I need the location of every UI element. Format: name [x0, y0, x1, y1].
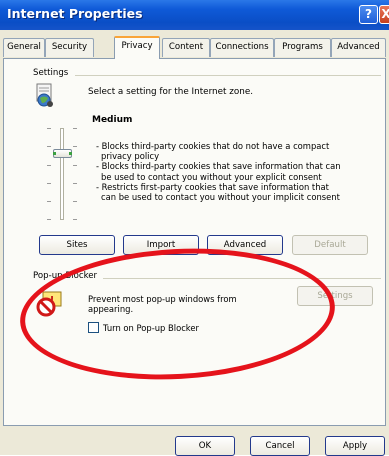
slider-tick — [47, 128, 51, 129]
tab-privacy[interactable]: Privacy — [114, 36, 160, 59]
description-line: privacy policy — [101, 151, 160, 162]
slider-tick — [73, 165, 77, 166]
title-bar[interactable]: Internet Properties ? X — [0, 0, 389, 30]
tab-strip: General Security Privacy Content Connect… — [0, 36, 389, 59]
cancel-button[interactable]: Cancel — [250, 436, 310, 456]
popup-group-border — [103, 278, 381, 279]
popup-settings-button[interactable]: Settings — [297, 286, 373, 306]
tab-connections[interactable]: Connections — [210, 38, 274, 57]
default-button[interactable]: Default — [292, 235, 368, 255]
slider-tick — [47, 183, 51, 184]
description-line: - Blocks third-party cookies that save i… — [96, 161, 341, 172]
privacy-level-slider-track[interactable] — [60, 128, 64, 220]
privacy-level-name: Medium — [92, 115, 133, 125]
tab-programs[interactable]: Programs — [274, 38, 331, 57]
popup-group-label: Pop-up Blocker — [33, 271, 101, 281]
settings-group-label: Settings — [33, 68, 72, 78]
popup-blocker-icon: ! — [36, 291, 62, 317]
ok-button[interactable]: OK — [175, 436, 235, 456]
tab-content[interactable]: Content — [162, 38, 210, 57]
description-line: can be used to contact you without your … — [101, 192, 340, 203]
popup-blocker-checkbox-label[interactable]: Turn on Pop-up Blocker — [103, 323, 199, 333]
privacy-zone-icon — [36, 83, 53, 107]
slider-tick — [73, 201, 77, 202]
slider-tick — [47, 219, 51, 220]
privacy-level-slider-thumb[interactable] — [53, 149, 72, 158]
slider-tick — [73, 183, 77, 184]
zone-prompt: Select a setting for the Internet zone. — [88, 87, 254, 97]
slider-tick — [47, 146, 51, 147]
settings-group-border — [75, 75, 381, 76]
description-line: - Restricts first-party cookies that sav… — [96, 181, 329, 192]
popup-message-line1: Prevent most pop-up windows from — [88, 294, 237, 304]
apply-button[interactable]: Apply — [325, 436, 385, 456]
slider-tick — [73, 219, 77, 220]
close-button[interactable]: X — [379, 5, 389, 24]
tab-security[interactable]: Security — [45, 38, 94, 57]
description-line: - Blocks third-party cookies that do not… — [96, 141, 330, 151]
slider-tick — [73, 146, 77, 147]
tab-general[interactable]: General — [3, 38, 45, 57]
privacy-level-description: - Blocks third-party cookies that do not… — [96, 141, 341, 202]
tab-advanced[interactable]: Advanced — [331, 38, 386, 57]
import-button[interactable]: Import — [123, 235, 199, 255]
description-line: be used to contact you without your expl… — [101, 171, 322, 182]
help-button[interactable]: ? — [359, 5, 378, 24]
sites-button[interactable]: Sites — [39, 235, 115, 255]
popup-message-line2: appearing. — [88, 304, 134, 314]
slider-tick — [47, 165, 51, 166]
slider-tick — [73, 128, 77, 129]
popup-blocker-checkbox[interactable] — [88, 322, 99, 333]
window-title: Internet Properties — [7, 6, 143, 21]
slider-tick — [47, 201, 51, 202]
advanced-button[interactable]: Advanced — [207, 235, 283, 255]
internet-properties-dialog: Internet Properties ? X General Security… — [0, 0, 389, 456]
